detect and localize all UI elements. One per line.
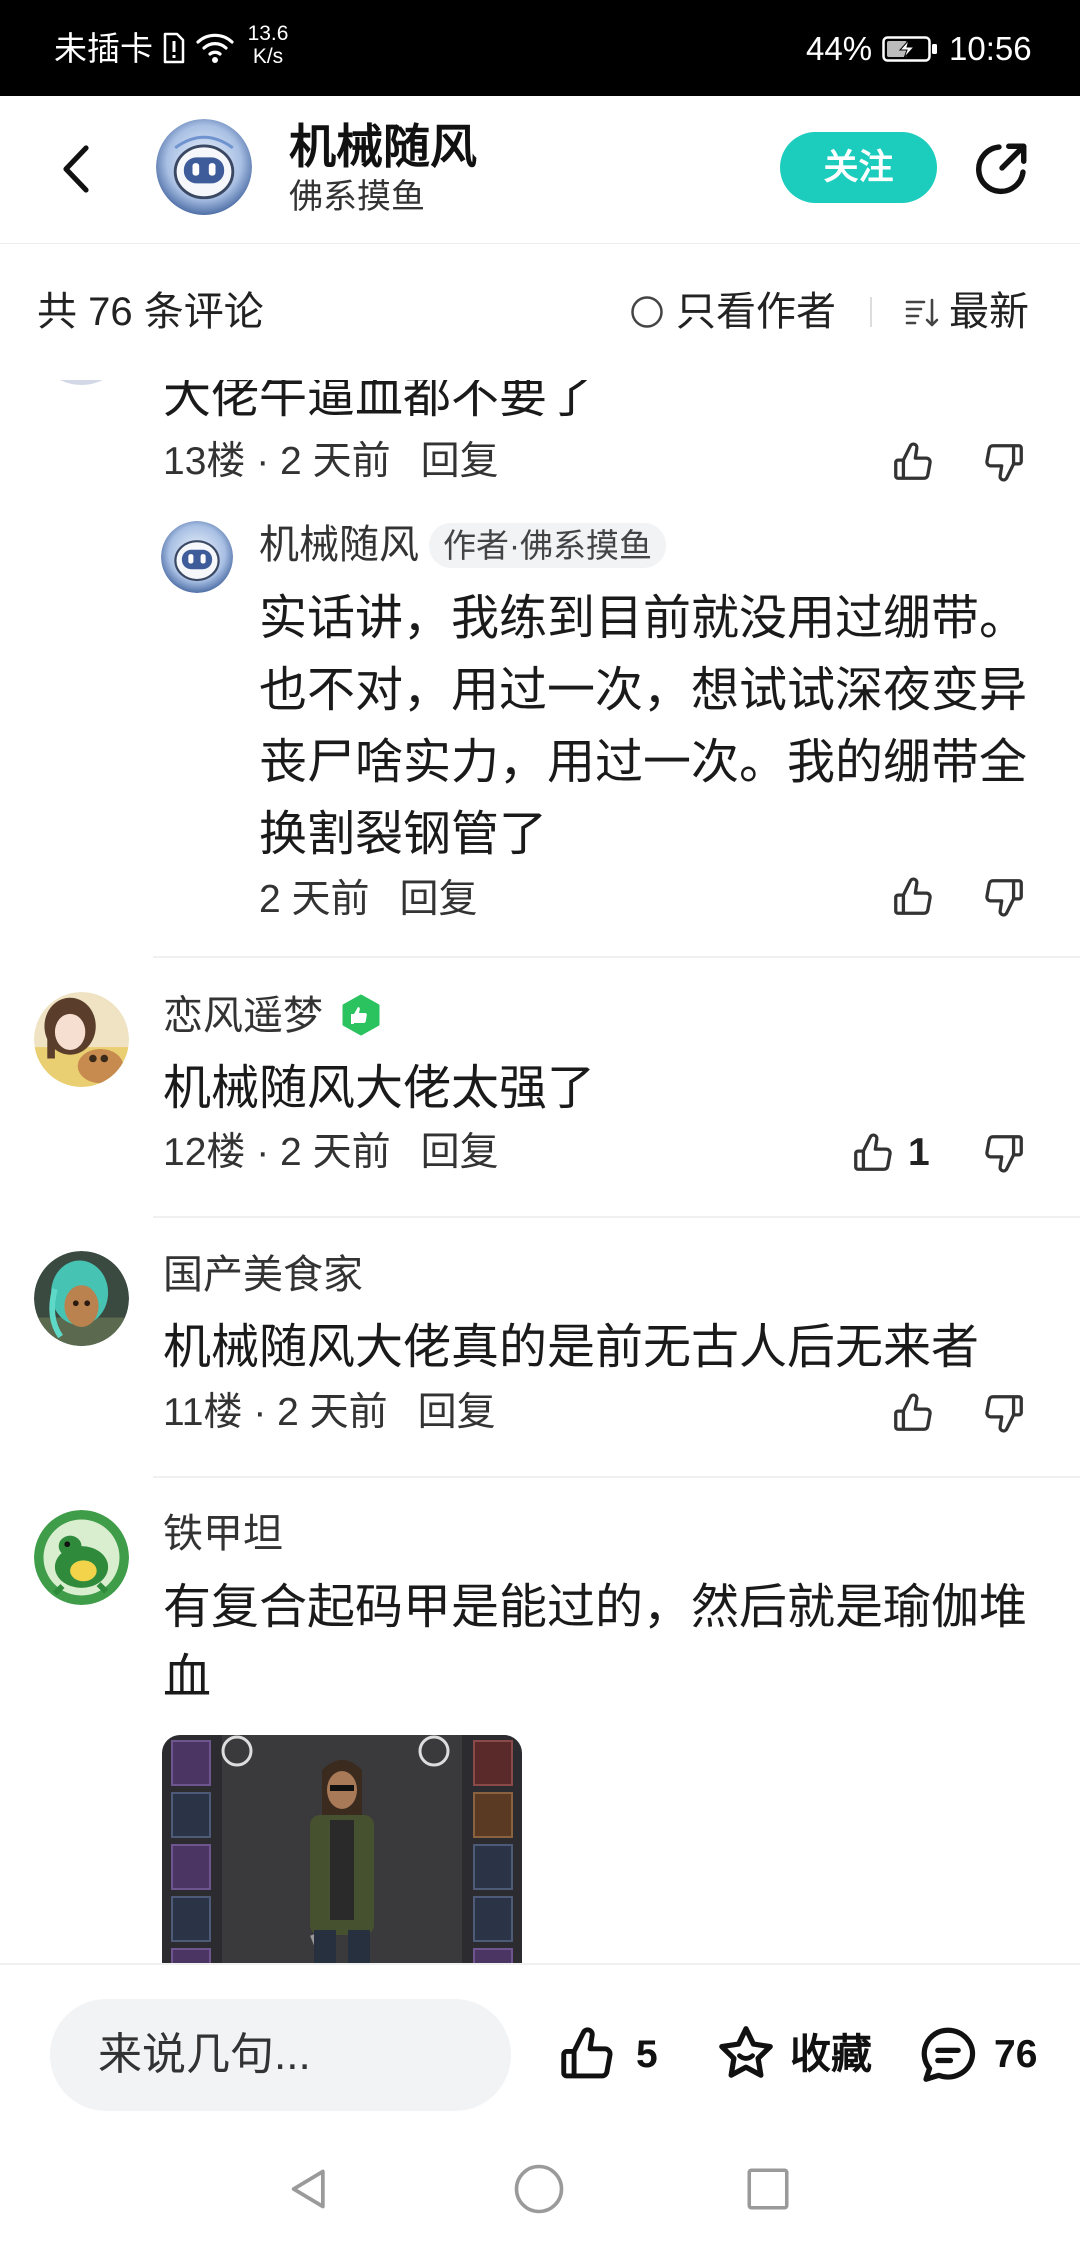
- avatar[interactable]: [34, 380, 129, 385]
- status-bar: 未插卡 13.6 K/s 44% 10:56: [0, 0, 1080, 96]
- comment-input[interactable]: 来说几句...: [50, 1999, 511, 2111]
- avatar[interactable]: [34, 1510, 129, 1605]
- reply-author-name[interactable]: 机械随风: [259, 520, 419, 570]
- sort-latest[interactable]: 最新: [949, 291, 1029, 333]
- comment-text: 大佬牛逼血都不要了: [163, 380, 596, 423]
- comment-meta: 11楼 · 2 天前 回复: [163, 1388, 496, 1438]
- network-speed: 13.6 K/s: [244, 22, 292, 68]
- dislike-icon[interactable]: [981, 874, 1027, 920]
- like-icon[interactable]: [890, 1390, 936, 1436]
- avatar[interactable]: [34, 992, 129, 1087]
- bottom-action-bar: 来说几句... 5 收藏 76: [0, 1963, 1080, 2131]
- author-avatar[interactable]: [156, 119, 252, 215]
- network-speed-value: 13.6: [247, 22, 289, 45]
- comment-total: 共 76 条评论: [37, 290, 264, 334]
- dislike-icon[interactable]: [981, 1130, 1027, 1176]
- comment-input-placeholder[interactable]: 来说几句...: [98, 1999, 311, 2111]
- battery-charging-icon: [882, 36, 938, 62]
- dislike-icon[interactable]: [981, 1390, 1027, 1436]
- back-arrow-icon[interactable]: [52, 140, 100, 198]
- reply-button[interactable]: 回复: [421, 440, 499, 483]
- like-count: 1: [908, 1131, 930, 1174]
- author-signature: 佛系摸鱼: [289, 178, 425, 216]
- commenter-name-row: 恋风遥梦: [163, 991, 382, 1041]
- comment-meta: 13楼 · 2 天前 回复: [163, 437, 499, 487]
- reply-button[interactable]: 回复: [400, 878, 478, 921]
- reply-text-line: 也不对，用过一次，想试试深夜变异: [259, 664, 1028, 717]
- share-icon[interactable]: [970, 138, 1032, 200]
- reply-time: 2 天前: [259, 878, 370, 921]
- system-nav-bar: [0, 2131, 1080, 2244]
- comment-meta: 12楼 · 2 天前 回复: [163, 1128, 499, 1178]
- nav-back-icon[interactable]: [282, 2161, 338, 2217]
- comment-floor-time: 12楼 · 2 天前: [163, 1131, 391, 1174]
- follow-button[interactable]: 关注: [780, 132, 937, 203]
- like-icon[interactable]: [890, 874, 936, 920]
- author-name[interactable]: 机械随风: [289, 118, 477, 176]
- author-only-radio-icon[interactable]: [630, 295, 664, 329]
- favorite-star-icon[interactable]: [712, 2021, 780, 2087]
- reply-button[interactable]: 回复: [421, 1131, 499, 1174]
- battery-percent: 44%: [806, 30, 873, 67]
- toolbar-separator: [870, 297, 872, 327]
- reply-text: 实话讲，我练到目前就没用过绷带。 也不对，用过一次，想试试深夜变异 丧尸啥实力，…: [259, 583, 1027, 871]
- comment-text: 机械随风大佬太强了: [163, 1062, 596, 1115]
- reply-meta: 2 天前 回复: [259, 875, 478, 925]
- dislike-icon[interactable]: [981, 439, 1027, 485]
- level-badge-icon: [340, 994, 382, 1036]
- clock: 10:56: [949, 30, 1032, 67]
- comment-text-line: 血: [163, 1651, 212, 1704]
- nav-recents-icon[interactable]: [743, 2164, 793, 2214]
- comment-text: 有复合起码甲是能过的，然后就是瑜伽堆 血: [163, 1573, 1027, 1713]
- comment-bubble-icon[interactable]: [915, 2022, 981, 2088]
- reply-author-avatar[interactable]: [161, 521, 233, 593]
- post-header: 机械随风 佛系摸鱼 关注: [0, 96, 1080, 244]
- like-icon[interactable]: [890, 439, 936, 485]
- commenter-name[interactable]: 国产美食家: [163, 1250, 363, 1300]
- commenter-name[interactable]: 恋风遥梦: [163, 994, 323, 1038]
- carrier-label: 未插卡: [54, 30, 153, 67]
- like-icon[interactable]: [850, 1130, 896, 1176]
- comment-floor-time: 13楼 · 2 天前: [163, 440, 391, 483]
- comment-list[interactable]: 大佬牛逼血都不要了 13楼 · 2 天前 回复 机械随风 作者·佛系摸鱼 实话讲，…: [0, 380, 1080, 1963]
- reply-button[interactable]: 回复: [418, 1391, 496, 1434]
- reply-text-line: 换割裂钢管了: [259, 808, 548, 861]
- comment-image[interactable]: [162, 1735, 522, 1963]
- reply-text-line: 丧尸啥实力，用过一次。我的绷带全: [259, 736, 1028, 789]
- wifi-icon: [196, 30, 234, 64]
- favorite-button[interactable]: 收藏: [790, 2031, 872, 2077]
- avatar[interactable]: [34, 1251, 129, 1346]
- comment-text-line: 有复合起码甲是能过的，然后就是瑜伽堆: [163, 1581, 1028, 1634]
- author-only-toggle[interactable]: 只看作者: [676, 291, 836, 333]
- comment-divider: [153, 1216, 1080, 1218]
- commenter-name[interactable]: 铁甲坦: [163, 1509, 283, 1559]
- comment-count: 76: [994, 2033, 1038, 2076]
- comment-divider: [153, 956, 1080, 958]
- comment-text: 机械随风大佬真的是前无古人后无来者: [163, 1321, 980, 1374]
- network-speed-unit: K/s: [252, 45, 284, 68]
- post-like-count: 5: [636, 2033, 658, 2076]
- author-badge: 作者·佛系摸鱼: [429, 523, 666, 568]
- post-like-icon[interactable]: [556, 2023, 618, 2085]
- comment-floor-time: 11楼 · 2 天前: [163, 1391, 388, 1434]
- comment-divider: [153, 1476, 1080, 1478]
- comments-toolbar: 共 76 条评论 只看作者 最新: [0, 244, 1080, 380]
- reply-text-line: 实话讲，我练到目前就没用过绷带。: [259, 592, 1028, 645]
- sort-icon[interactable]: [904, 296, 940, 330]
- nav-home-icon[interactable]: [512, 2162, 566, 2216]
- sim-alert-icon: [162, 32, 186, 64]
